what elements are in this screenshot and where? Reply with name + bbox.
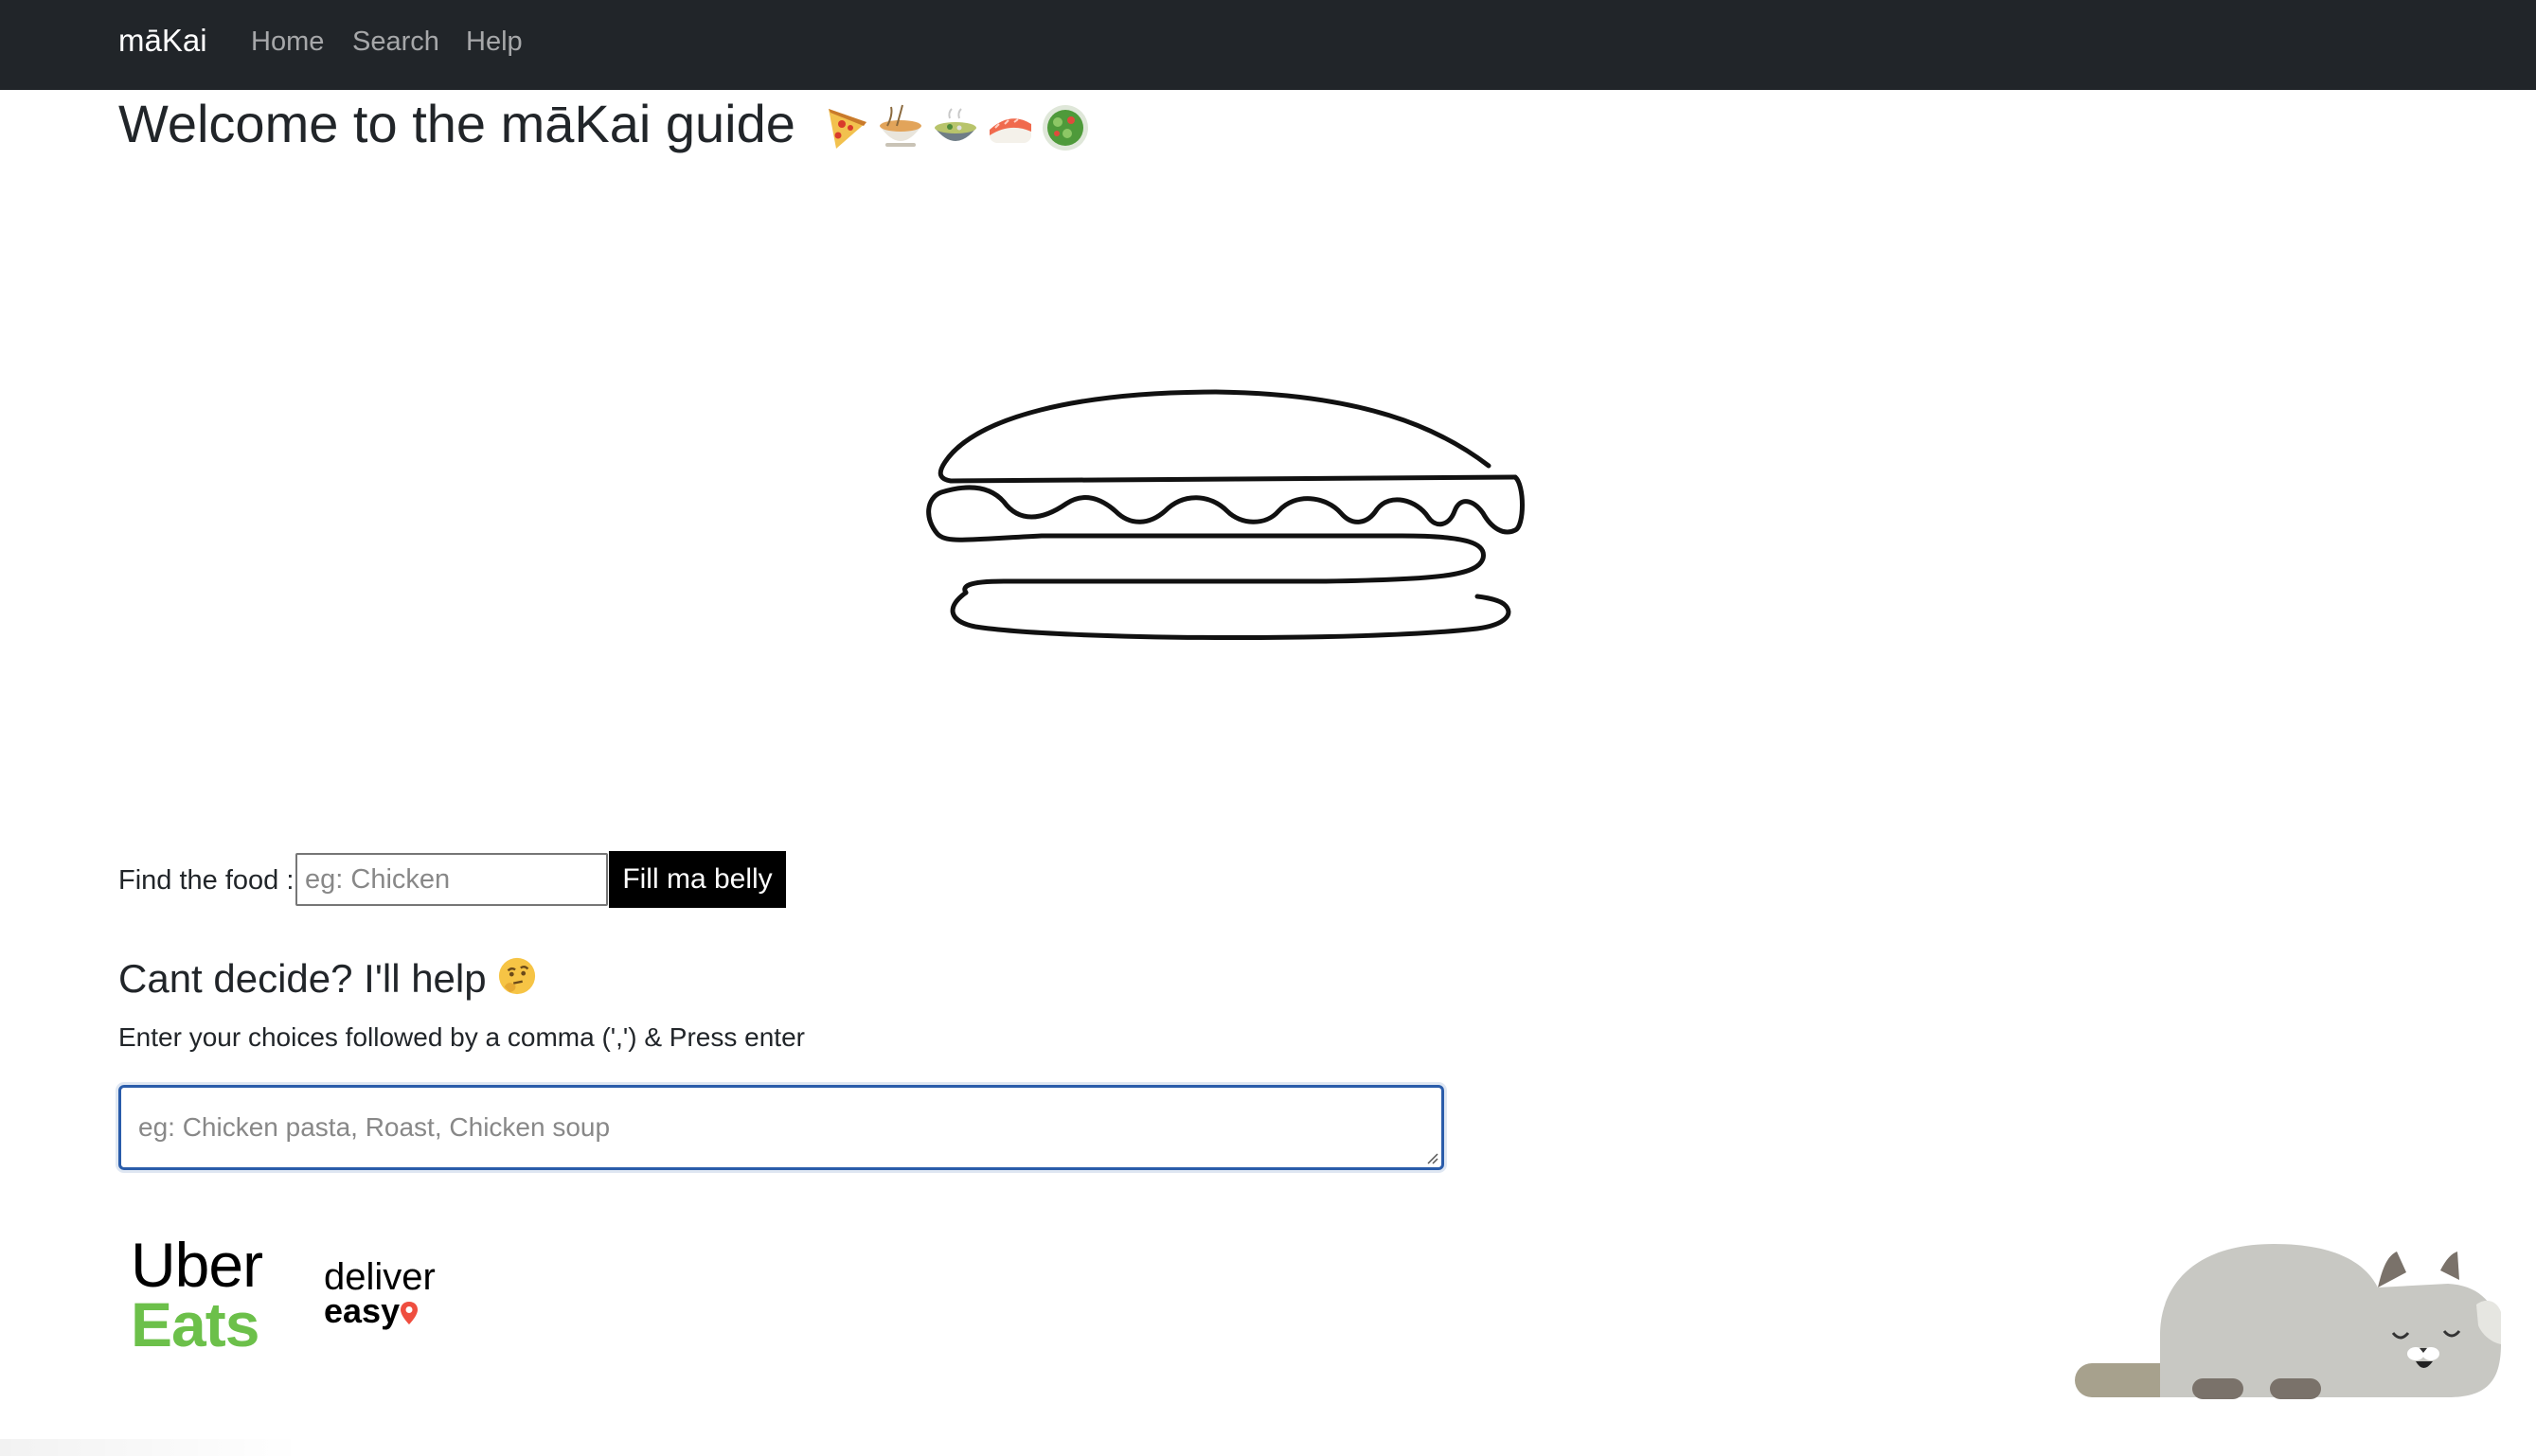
delivereasy-logo[interactable]: deliver easy — [324, 1256, 436, 1328]
sleeping-cat-illustration — [2075, 1244, 2501, 1399]
page-title: Welcome to the māKai guide — [118, 93, 1092, 154]
find-food-label: Find the food : — [118, 865, 295, 896]
pizza-icon — [829, 109, 867, 150]
nav-link-help[interactable]: Help — [466, 27, 523, 58]
cant-decide-heading: Cant decide? I'll help — [118, 956, 537, 1002]
delivereasy-logo-line2: easy — [324, 1294, 436, 1328]
burger-illustration — [926, 389, 1525, 641]
food-search-input[interactable] — [295, 853, 608, 906]
page-title-text: Welcome to the māKai guide — [118, 94, 795, 153]
fill-ma-belly-button[interactable]: Fill ma belly — [609, 851, 786, 908]
delivereasy-logo-line2-text: easy — [324, 1291, 401, 1330]
food-emoji-row — [819, 101, 1092, 154]
uber-eats-logo[interactable]: Uber Eats — [131, 1230, 263, 1359]
uber-eats-logo-line2: Eats — [131, 1288, 259, 1359]
page-bottom-shadow — [0, 1439, 303, 1456]
cant-decide-instructions: Enter your choices followed by a comma (… — [118, 1022, 805, 1052]
noodles-icon — [880, 104, 922, 148]
nav-link-search[interactable]: Search — [352, 27, 439, 58]
cant-decide-heading-text: Cant decide? I'll help — [118, 956, 487, 1001]
salad-icon — [1043, 105, 1089, 151]
map-pin-icon — [401, 1302, 419, 1325]
soup-bowl-icon — [935, 108, 977, 142]
brand-logo[interactable]: māKai — [118, 23, 207, 59]
thinking-face-icon — [499, 957, 536, 995]
delivereasy-logo-line1: deliver — [324, 1256, 436, 1298]
sushi-icon — [990, 118, 1032, 144]
nav-link-home[interactable]: Home — [251, 27, 324, 58]
resize-grip-icon[interactable] — [1423, 1149, 1438, 1164]
uber-eats-logo-line1: Uber — [131, 1230, 263, 1300]
choices-input[interactable] — [118, 1085, 1444, 1170]
top-navbar: māKai Home Search Help — [0, 0, 2536, 90]
